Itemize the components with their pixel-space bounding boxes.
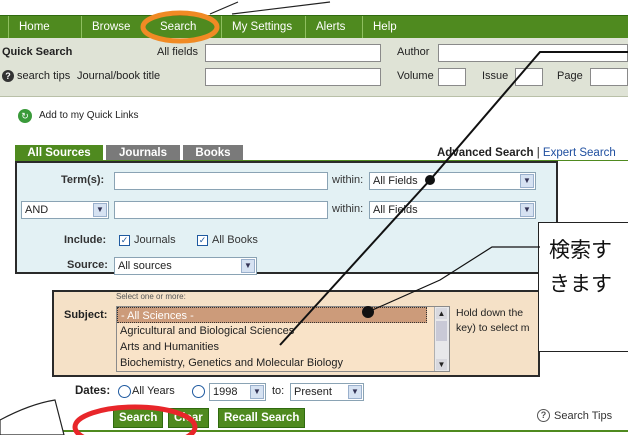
annotation-line <box>367 246 540 313</box>
annotation-line <box>429 51 628 181</box>
annotation-dot <box>362 306 374 318</box>
annotation-line <box>279 179 431 346</box>
highlight-ellipse <box>140 10 220 44</box>
annotation-overlay <box>0 1 628 435</box>
speech-bubble <box>0 399 65 435</box>
annotation-line <box>209 1 239 15</box>
highlight-ellipse <box>72 404 198 435</box>
annotation-line <box>231 1 331 15</box>
